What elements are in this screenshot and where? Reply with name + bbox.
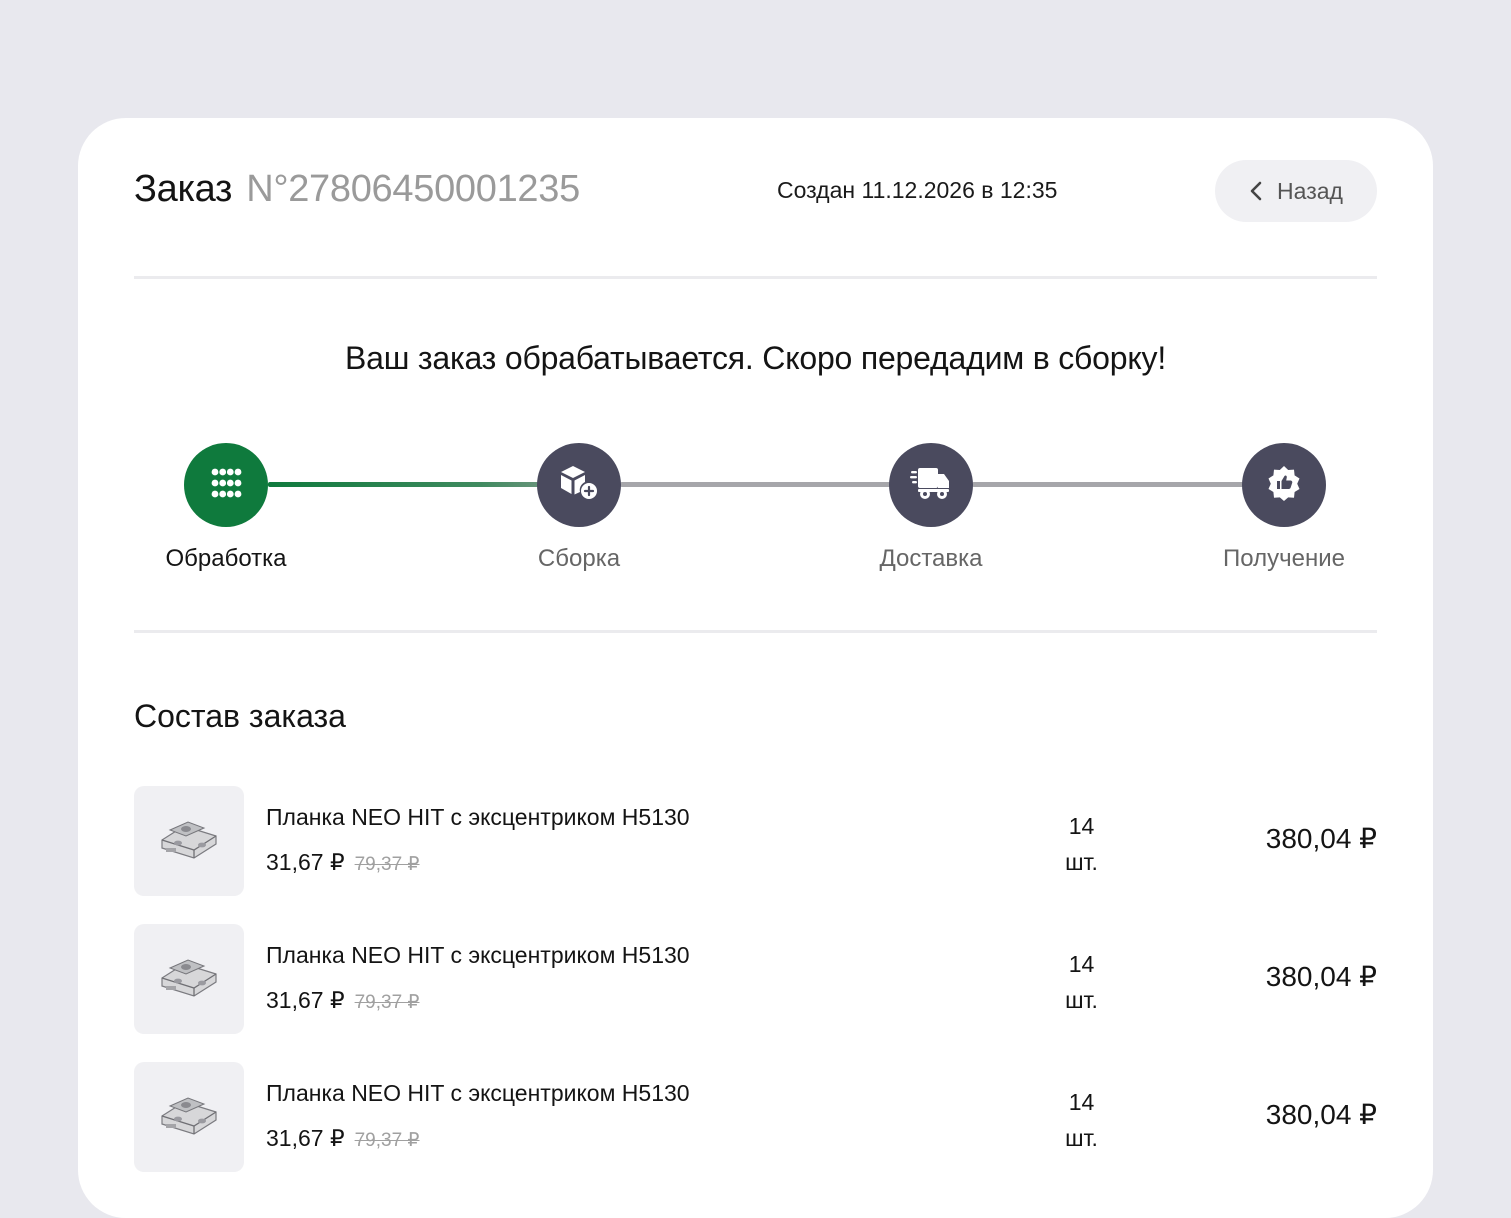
step-processing: Обработка <box>126 443 326 573</box>
order-number: N°27806450001235 <box>246 168 580 210</box>
step-assembly: Сборка <box>479 443 679 573</box>
status-message: Ваш заказ обрабатывается. Скоро передади… <box>344 340 1167 376</box>
progress-divider <box>134 630 1377 633</box>
current-price: 31,67 ₽ <box>266 849 345 875</box>
composition-title: Состав заказа <box>134 698 346 734</box>
chevron-left-icon <box>1249 180 1263 202</box>
step-circle <box>537 443 621 527</box>
product-thumbnail[interactable] <box>134 786 244 896</box>
order-item[interactable]: Планка NEO HIT с эксцентриком H5130 31,6… <box>134 786 1377 896</box>
dots-grid-icon <box>210 467 242 504</box>
back-button-label: Назад <box>1277 177 1343 204</box>
old-price: 79,37 ₽ <box>354 992 420 1013</box>
step-label: Получение <box>1223 545 1345 572</box>
step-label: Обработка <box>165 545 287 572</box>
quantity-value: 14 <box>1068 813 1095 839</box>
step-circle <box>1242 443 1326 527</box>
product-quantity: 14 шт. <box>1034 946 1129 1018</box>
old-price: 79,37 ₽ <box>354 1130 420 1151</box>
product-thumbnail[interactable] <box>134 1062 244 1172</box>
order-header: Заказ N°27806450001235 Создан 11.12.2026 … <box>134 158 1377 222</box>
product-quantity: 14 шт. <box>1034 808 1129 880</box>
product-price: 31,67 ₽ 79,37 ₽ <box>266 1125 420 1152</box>
order-item[interactable]: Планка NEO HIT с эксцентриком H5130 31,6… <box>134 1062 1377 1172</box>
current-price: 31,67 ₽ <box>266 1125 345 1151</box>
step-receipt: Получение <box>1184 443 1384 573</box>
product-price: 31,67 ₽ 79,37 ₽ <box>266 849 420 876</box>
step-circle <box>184 443 268 527</box>
step-label: Доставка <box>879 545 983 572</box>
step-circle <box>889 443 973 527</box>
current-price: 31,67 ₽ <box>266 987 345 1013</box>
order-items-list: Планка NEO HIT с эксцентриком H5130 31,6… <box>134 786 1377 1200</box>
back-button[interactable]: Назад <box>1215 160 1377 222</box>
product-name[interactable]: Планка NEO HIT с эксцентриком H5130 <box>266 804 690 831</box>
header-divider <box>134 276 1377 279</box>
order-progress: Обработка Сборка Доставка Получение <box>78 443 1433 583</box>
old-price: 79,37 ₽ <box>354 854 420 875</box>
item-total: 380,04 ₽ <box>1265 823 1377 854</box>
product-quantity: 14 шт. <box>1034 1084 1129 1156</box>
quantity-value: 14 <box>1068 1089 1095 1115</box>
thumbs-up-badge-icon <box>1266 465 1302 506</box>
item-total: 380,04 ₽ <box>1265 1099 1377 1130</box>
step-delivery: Доставка <box>831 443 1031 573</box>
box-plus-icon <box>559 464 599 507</box>
item-total: 380,04 ₽ <box>1265 961 1377 992</box>
quantity-unit: шт. <box>1065 987 1098 1013</box>
quantity-unit: шт. <box>1065 1125 1098 1151</box>
order-card: Заказ N°27806450001235 Создан 11.12.2026 … <box>78 118 1433 1218</box>
quantity-unit: шт. <box>1065 849 1098 875</box>
product-price: 31,67 ₽ 79,37 ₽ <box>266 987 420 1014</box>
order-item[interactable]: Планка NEO HIT с эксцентриком H5130 31,6… <box>134 924 1377 1034</box>
order-title-label: Заказ <box>134 168 233 210</box>
product-name[interactable]: Планка NEO HIT с эксцентриком H5130 <box>266 1080 690 1107</box>
truck-icon <box>910 465 952 506</box>
product-name[interactable]: Планка NEO HIT с эксцентриком H5130 <box>266 942 690 969</box>
order-title: Заказ N°27806450001235 <box>134 168 580 211</box>
step-label: Сборка <box>537 545 621 572</box>
order-created-date: Создан 11.12.2026 в 12:35 <box>777 177 1058 203</box>
quantity-value: 14 <box>1068 951 1095 977</box>
product-thumbnail[interactable] <box>134 924 244 1034</box>
